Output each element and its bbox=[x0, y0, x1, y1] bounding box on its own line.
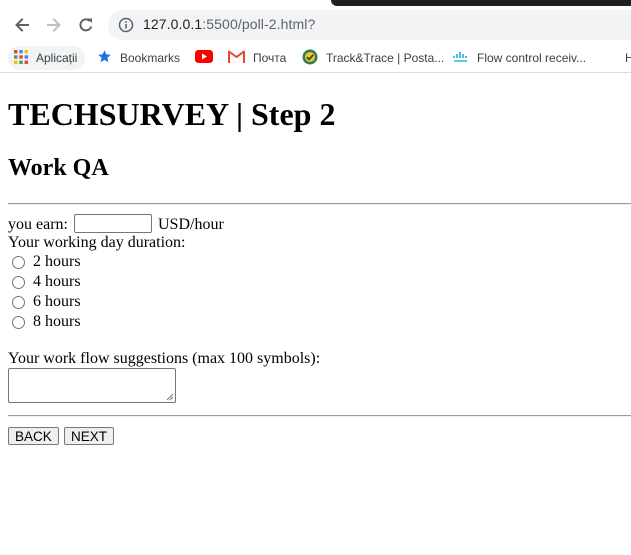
earn-input[interactable] bbox=[73, 214, 152, 233]
track-trace-icon bbox=[302, 49, 318, 68]
cisco-icon bbox=[453, 51, 469, 66]
divider-bottom bbox=[8, 415, 631, 417]
bookmark-apps[interactable]: Aplicații bbox=[8, 46, 86, 70]
bookmark-bookmarks[interactable]: Bookmarks bbox=[97, 44, 180, 72]
bookmark-youtube[interactable] bbox=[195, 44, 221, 72]
duration-option[interactable]: 6 hours bbox=[12, 293, 81, 311]
back-arrow-icon[interactable] bbox=[11, 14, 33, 36]
back-button[interactable]: BACK bbox=[8, 427, 59, 445]
gmail-icon bbox=[227, 49, 246, 66]
resize-grip-icon[interactable] bbox=[166, 393, 174, 401]
bookmark-label: Bookmarks bbox=[120, 51, 181, 65]
reload-icon[interactable] bbox=[75, 14, 97, 36]
suggestions-textarea[interactable] bbox=[8, 368, 176, 403]
bookmark-label: H bbox=[625, 51, 631, 65]
duration-option[interactable]: 4 hours bbox=[12, 273, 81, 291]
earn-unit: USD/hour bbox=[157, 216, 224, 233]
bookmarks-bar: Aplicații Bookmarks Почта Track&Trace | … bbox=[0, 44, 631, 73]
duration-option-label: 4 hours bbox=[33, 273, 81, 290]
forward-arrow-icon[interactable] bbox=[43, 14, 65, 36]
bookmark-label: Aplicații bbox=[36, 51, 78, 65]
bookmark-flow-control[interactable]: Flow control receiv... bbox=[453, 44, 586, 72]
browser-toolbar: 127.0.0.1:5500/poll-2.html? bbox=[0, 6, 631, 44]
page-subtitle: Work QA bbox=[8, 155, 109, 181]
radio-button[interactable] bbox=[12, 255, 25, 269]
divider-top bbox=[8, 203, 631, 205]
duration-option-label: 8 hours bbox=[33, 313, 81, 330]
bookmark-label: Flow control receiv... bbox=[477, 51, 587, 65]
radio-button[interactable] bbox=[12, 315, 25, 329]
star-icon bbox=[97, 49, 112, 67]
bookmark-label: Track&Trace | Posta... bbox=[326, 51, 445, 65]
duration-option[interactable]: 2 hours bbox=[12, 253, 81, 271]
duration-label: Your working day duration: bbox=[8, 234, 186, 251]
bookmark-mail[interactable]: Почта bbox=[227, 44, 287, 72]
radio-button[interactable] bbox=[12, 295, 25, 309]
url-text: 127.0.0.1:5500/poll-2.html? bbox=[143, 16, 316, 32]
duration-option-label: 6 hours bbox=[33, 293, 81, 310]
suggestions-label: Your work flow suggestions (max 100 symb… bbox=[8, 350, 321, 367]
duration-option[interactable]: 8 hours bbox=[12, 313, 81, 331]
youtube-icon bbox=[195, 50, 213, 66]
address-bar[interactable]: 127.0.0.1:5500/poll-2.html? bbox=[108, 10, 631, 40]
apps-grid-icon bbox=[14, 49, 28, 67]
page-title: TECHSURVEY | Step 2 bbox=[8, 96, 336, 132]
bookmark-label: Почта bbox=[253, 51, 287, 65]
earn-label: you earn: bbox=[8, 216, 68, 233]
next-button[interactable]: NEXT bbox=[64, 427, 115, 445]
duration-option-label: 2 hours bbox=[33, 253, 81, 270]
bookmark-track-trace[interactable]: Track&Trace | Posta... bbox=[302, 44, 444, 72]
earn-row: you earn: USD/hour bbox=[8, 214, 224, 234]
bookmark-overflow[interactable]: H bbox=[625, 44, 631, 72]
radio-button[interactable] bbox=[12, 275, 25, 289]
info-icon[interactable] bbox=[118, 17, 134, 33]
